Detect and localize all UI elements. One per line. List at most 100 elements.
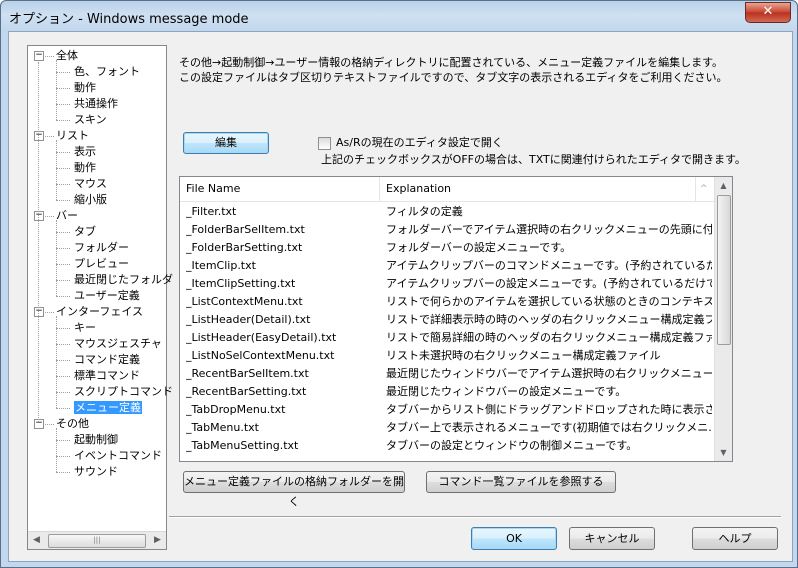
help-button[interactable]: ヘルプ (692, 527, 778, 550)
tree-connector (45, 312, 54, 313)
tree-item[interactable]: スクリプトコマンド (74, 384, 173, 400)
tree-connector (56, 200, 70, 201)
tree-item-label: 標準コマンド (74, 369, 140, 382)
tree-item[interactable]: 全体 (56, 48, 78, 64)
tree-item[interactable]: 動作 (74, 80, 96, 96)
tree-connector (56, 120, 70, 121)
list-row[interactable]: _ItemClip.txt アイテムクリップバーのコマンドメニューです。(予約され… (180, 257, 714, 275)
list-scroll-thumb[interactable] (717, 195, 731, 345)
tree-item[interactable]: 標準コマンド (74, 368, 140, 384)
list-row[interactable]: _ItemClipSetting.txt アイテムクリップバーの設定メニューです。… (180, 275, 714, 293)
cancel-button[interactable]: キャンセル (569, 527, 655, 550)
list-row[interactable]: _RecentBarSelItem.txt 最近閉じたウィンドウバーでアイテム選択… (180, 365, 714, 383)
tree-item-label: 動作 (74, 161, 96, 174)
tree-item[interactable]: 最近閉じたフォルダ (74, 272, 173, 288)
open-with-editor-checkbox[interactable] (318, 137, 331, 150)
collapse-icon[interactable]: − (34, 419, 44, 429)
open-definition-folder-button[interactable]: メニュー定義ファイルの格納フォルダーを開く (183, 471, 405, 508)
tree-item-label: マウスジェスチャ (74, 337, 162, 350)
list-row[interactable]: _Filter.txt フィルタの定義 (180, 203, 714, 221)
collapse-icon[interactable]: − (34, 211, 44, 221)
tree-item[interactable]: コマンド定義 (74, 352, 140, 368)
tree-connector (56, 264, 70, 265)
tree-item[interactable]: 縮小版 (74, 192, 107, 208)
collapse-icon[interactable]: − (34, 131, 44, 141)
explanation-cell: リストで簡易詳細の時のヘッダの右クリックメニュー構成定義ファ... (386, 331, 712, 344)
tree-item[interactable]: プレビュー (74, 256, 129, 272)
description-line-1: その他→起動制御→ユーザー情報の格納ディレクトリに配置されている、メニュー定義フ… (179, 56, 724, 69)
tree-connector (45, 216, 54, 217)
list-row[interactable]: _FolderBarSelItem.txt フォルダーバーでアイテム選択時の右クリ… (180, 221, 714, 239)
tree-item[interactable]: その他 (56, 416, 89, 432)
close-button[interactable]: ✕ (745, 2, 791, 23)
tree-item[interactable]: マウス (74, 176, 107, 192)
tree-item[interactable]: キー (74, 320, 96, 336)
menu-file-list[interactable]: File Name Explanation ^ _Filter.txt フィルタの… (179, 176, 733, 462)
list-row[interactable]: _ListNoSelContextMenu.txt リスト未選択時の右クリックメニ… (180, 347, 714, 365)
tree-item[interactable]: ユーザー定義 (74, 288, 140, 304)
column-explanation[interactable]: Explanation (380, 177, 696, 201)
list-row[interactable]: _ListContextMenu.txt リストで何らかのアイテムを選択している状… (180, 293, 714, 311)
tree-item-label: スクリプトコマンド (74, 385, 173, 398)
window-title: オプション - Windows message mode (9, 12, 249, 27)
explanation-cell: フォルダーバーでアイテム選択時の右クリックメニューの先頭に付... (386, 223, 712, 236)
tree-item[interactable]: タブ (74, 224, 96, 240)
tree-item[interactable]: フォルダー (74, 240, 129, 256)
list-row[interactable]: _FolderBarSetting.txt フォルダーバーの設定メニューです。 (180, 239, 714, 257)
tree-item[interactable]: マウスジェスチャ (74, 336, 162, 352)
tree-connector (56, 296, 70, 297)
column-file-name[interactable]: File Name (180, 177, 380, 201)
edit-button[interactable]: 編集 (183, 132, 269, 154)
explanation-cell: 最近閉じたウィンドウバーの設定メニューです。 (386, 385, 627, 398)
sort-indicator-icon: ^ (700, 184, 708, 194)
tree-connector (56, 140, 57, 200)
tree-item-label: 最近閉じたフォルダ (74, 273, 173, 286)
tree-item[interactable]: 共通操作 (74, 96, 118, 112)
browse-command-list-button[interactable]: コマンド一覧ファイルを参照する (426, 471, 616, 493)
settings-tree[interactable]: ◀ ||| ▶ − 全体 色、フォント 動作 共通操作 スキン − リスト 表示 動作 マウス 縮小版… (27, 45, 173, 550)
explanation-cell: フィルタの定義 (386, 205, 463, 218)
tree-item[interactable]: イベントコマンド (74, 448, 162, 464)
collapse-icon[interactable]: − (34, 51, 44, 61)
tree-item[interactable]: 動作 (74, 160, 96, 176)
file-name-cell: _FolderBarSelItem.txt (186, 223, 305, 236)
tree-item-label: フォルダー (74, 241, 129, 254)
file-name-cell: _RecentBarSetting.txt (186, 385, 307, 398)
scroll-left-icon[interactable]: ◀ (28, 532, 45, 549)
tree-item-label: スキン (74, 113, 107, 126)
tree-item[interactable]: サウンド (74, 464, 118, 480)
tree-item[interactable]: 表示 (74, 144, 96, 160)
collapse-icon[interactable]: − (34, 307, 44, 317)
title-bar[interactable]: オプション - Windows message mode ✕ (1, 1, 797, 31)
file-name-cell: _ListContextMenu.txt (186, 295, 303, 308)
list-row[interactable]: _ListHeader(EasyDetail).txt リストで簡易詳細の時のヘッ… (180, 329, 714, 347)
list-vertical-scrollbar[interactable]: ▲ ▼ (714, 177, 732, 461)
tree-item[interactable]: 起動制御 (74, 432, 118, 448)
tree-item-label: プレビュー (74, 257, 129, 270)
tree-item-label: コマンド定義 (74, 353, 140, 366)
tree-connector (56, 168, 70, 169)
tree-connector (56, 232, 70, 233)
tree-item-label: 色、フォント (74, 65, 140, 78)
tree-item[interactable]: 色、フォント (74, 64, 140, 80)
list-row[interactable]: _TabDropMenu.txt タブバーからリスト側にドラッグアンドドロップされ… (180, 401, 714, 419)
tree-connector (56, 392, 70, 393)
open-with-editor-label[interactable]: As/Rの現在のエディタ設定で開く (336, 135, 503, 150)
list-row[interactable]: _TabMenu.txt タブバー上で表示されるメニューです(初期値では右クリック… (180, 419, 714, 437)
ok-button[interactable]: OK (471, 527, 557, 550)
tree-item[interactable]: リスト (56, 128, 89, 144)
scroll-up-icon[interactable]: ▲ (715, 177, 732, 194)
scroll-thumb[interactable]: ||| (48, 534, 146, 548)
tree-item[interactable]: インターフェイス (56, 304, 143, 320)
tree-item-label: キー (74, 321, 96, 334)
list-row[interactable]: _TabMenuSetting.txt タブバーの設定とウィンドウの制御メニューで… (180, 437, 714, 455)
scroll-right-icon[interactable]: ▶ (149, 532, 166, 549)
tree-item[interactable]: スキン (74, 112, 107, 128)
list-row[interactable]: _RecentBarSetting.txt 最近閉じたウィンドウバーの設定メニュー… (180, 383, 714, 401)
tree-horizontal-scrollbar[interactable]: ◀ ||| ▶ (28, 531, 166, 549)
tree-item[interactable]: バー (56, 208, 78, 224)
list-row[interactable]: _ListHeader(Detail).txt リストで詳細表示時の時のヘッダの右… (180, 311, 714, 329)
explanation-cell: アイテムクリップバーの設定メニューです。(予約されているだけで... (386, 277, 712, 290)
tree-item[interactable]: メニュー定義 (74, 400, 142, 416)
scroll-down-icon[interactable]: ▼ (715, 444, 732, 461)
